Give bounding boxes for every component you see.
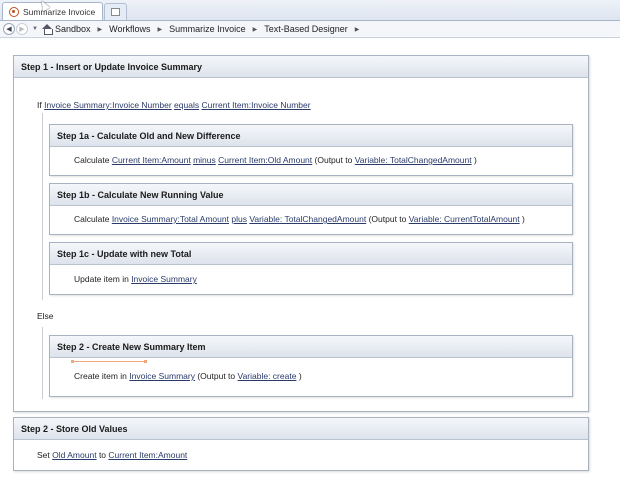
breadcrumb-arrow-icon[interactable]: ▶ [355,26,360,33]
if-branch-line [42,113,43,300]
set-keyword: Set [37,450,50,460]
step1-header[interactable]: Step 1 - Insert or Update Invoice Summar… [14,56,588,78]
else-branch-line [42,327,43,399]
step1b-operator[interactable]: plus [231,214,247,224]
back-icon[interactable]: ◀ [3,23,15,35]
breadcrumb: Sandbox ▶ Workflows ▶ Summarize Invoice … [41,24,366,35]
output-prefix: (Output to [197,371,236,381]
tab-strip: Summarize Invoice [0,0,620,20]
step2-action: Set Old Amount to Current Item:Amount [37,450,187,460]
condition-right-field[interactable]: Current Item:Invoice Number [201,100,310,110]
step1c-action: Update item in Invoice Summary [74,274,197,284]
calculate-keyword: Calculate [74,155,110,165]
output-suffix: ) [473,155,477,165]
breadcrumb-item-summarize-invoice[interactable]: Summarize Invoice [169,24,246,34]
breadcrumb-arrow-icon[interactable]: ▶ [157,26,162,33]
breadcrumb-item-workflows[interactable]: Workflows [109,24,150,34]
step1c-panel: Step 1c - Update with new Total Update i… [49,242,573,295]
step1b-panel: Step 1b - Calculate New Running Value Ca… [49,183,573,235]
new-tab-icon [111,8,120,16]
condition-operator[interactable]: equals [174,100,199,110]
home-icon [41,24,53,35]
step2-field[interactable]: Old Amount [52,450,96,460]
to-keyword: to [98,450,107,460]
output-prefix: (Output to [314,155,353,165]
if-keyword: If [37,100,42,110]
step1a-panel: Step 1a - Calculate Old and New Differen… [49,124,573,176]
step1b-header[interactable]: Step 1b - Calculate New Running Value [50,184,572,206]
output-prefix: (Output to [368,214,407,224]
create-keyword: Create item in [74,371,127,381]
insertion-marker [71,360,147,363]
new-tab-button[interactable] [104,3,127,20]
step1-condition: If Invoice Summary:Invoice Number equals… [37,100,311,110]
calculate-keyword: Calculate [74,214,110,224]
step1b-operand1[interactable]: Invoice Summary:Total Amount [112,214,229,224]
step1a-operand1[interactable]: Current Item:Amount [112,155,191,165]
step1b-action: Calculate Invoice Summary:Total Amount p… [74,214,525,224]
condition-left-field[interactable]: Invoice Summary:Invoice Number [44,100,172,110]
tab-title: Summarize Invoice [23,6,96,17]
step1a-action: Calculate Current Item:Amount minus Curr… [74,155,477,165]
tab-summarize-invoice[interactable]: Summarize Invoice [2,2,103,20]
step2-create-list[interactable]: Invoice Summary [129,371,195,381]
breadcrumb-item-sandbox[interactable]: Sandbox [55,24,91,34]
step1a-output-variable[interactable]: Variable: TotalChangedAmount [355,155,472,165]
step1a-operator[interactable]: minus [193,155,216,165]
step1-panel: Step 1 - Insert or Update Invoice Summar… [13,55,589,412]
output-suffix: ) [522,214,525,224]
breadcrumb-arrow-icon[interactable]: ▶ [253,26,258,33]
step1b-output-variable[interactable]: Variable: CurrentTotalAmount [409,214,520,224]
step2-create-header[interactable]: Step 2 - Create New Summary Item [50,336,572,358]
step2-create-output-variable[interactable]: Variable: create [238,371,297,381]
step1a-operand2[interactable]: Current Item:Old Amount [218,155,312,165]
breadcrumb-item-text-based-designer[interactable]: Text-Based Designer [264,24,348,34]
step1b-operand2[interactable]: Variable: TotalChangedAmount [249,214,366,224]
output-suffix: ) [298,371,302,381]
step2-panel: Step 2 - Store Old Values Set Old Amount… [13,417,589,471]
step1c-list[interactable]: Invoice Summary [131,274,197,284]
workflow-icon [9,6,19,17]
step2-header[interactable]: Step 2 - Store Old Values [14,418,588,440]
breadcrumb-arrow-icon[interactable]: ▶ [97,26,102,33]
update-keyword: Update item in [74,274,129,284]
history-dropdown-icon[interactable]: ▼ [32,26,38,32]
step2-value[interactable]: Current Item:Amount [108,450,187,460]
forward-icon[interactable]: ▶ [16,23,28,35]
else-keyword: Else [37,311,54,321]
step2-create-panel: Step 2 - Create New Summary Item Create … [49,335,573,397]
step1c-header[interactable]: Step 1c - Update with new Total [50,243,572,265]
step1a-header[interactable]: Step 1a - Calculate Old and New Differen… [50,125,572,147]
breadcrumb-bar: ◀ ▶ ▼ Sandbox ▶ Workflows ▶ Summarize In… [0,20,620,38]
step2-create-action: Create item in Invoice Summary (Output t… [74,371,302,381]
